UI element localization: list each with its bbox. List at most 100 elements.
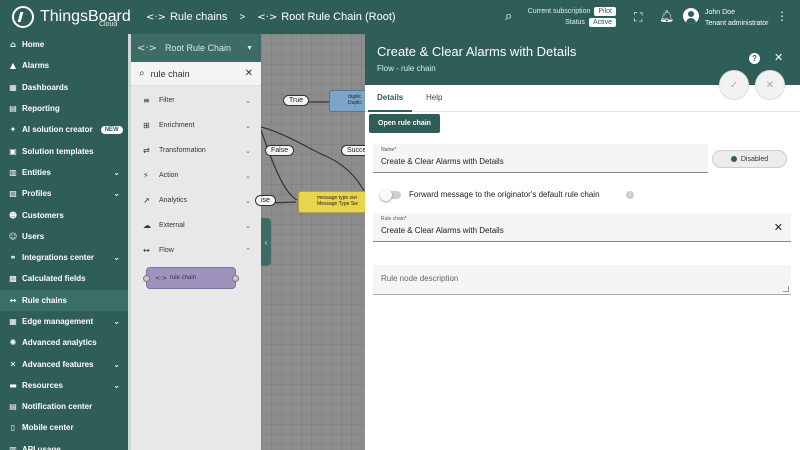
sidebar-item-rule-chains[interactable]: ↔ Rule chains <box>0 289 128 311</box>
palette-category-filter[interactable]: ≡ Filter ⌄ <box>131 88 261 113</box>
user-info[interactable]: John Doe Tenant administrator <box>705 7 768 29</box>
edge-label-false[interactable]: False <box>265 145 295 156</box>
sidebar-item-api-usage[interactable]: ▥ API usage <box>0 439 128 450</box>
rule-chain-input[interactable]: Create & Clear Alarms with Details <box>381 226 504 235</box>
palette-search[interactable]: ⌕ rule chain ✕ <box>131 62 261 86</box>
sidebar-item-resources[interactable]: ▬ Resources ⌄ <box>0 375 128 396</box>
node-palette: <·> Root Rule Chain ▼ ⌕ rule chain ✕ ≡ Fi… <box>131 34 261 450</box>
customers-icon: ☻ <box>8 210 18 220</box>
disabled-toggle-button[interactable]: Disabled <box>712 150 787 168</box>
description-placeholder: Rule node description <box>381 274 459 283</box>
rulechain-icon: <·> <box>155 274 167 282</box>
sidebar-item-dashboards[interactable]: ▦ Dashboards <box>0 77 128 98</box>
action-icon: ⚡ <box>143 171 149 180</box>
close-icon[interactable]: ✕ <box>774 51 783 64</box>
chevron-down-icon: ⌄ <box>113 189 120 199</box>
palette-category-label: Filter <box>159 97 175 104</box>
sidebar-item-label: Home <box>22 40 45 50</box>
sidebar-item-mobile-center[interactable]: ▯ Mobile center <box>0 417 128 438</box>
palette-category-flow[interactable]: ↔ Flow ⌃ <box>131 238 261 263</box>
fullscreen-icon[interactable]: ⛶ <box>634 10 642 25</box>
sidebar-item-label: API usage <box>22 444 61 450</box>
palette-category-transformation[interactable]: ⇄ Transformation ⌄ <box>131 138 261 163</box>
integrations-icon: ⚭ <box>9 253 17 263</box>
chevron-down-icon: ⌄ <box>245 171 251 180</box>
sidebar-item-calculated-fields[interactable]: ▩ Calculated fields <box>0 268 128 289</box>
node-input-port[interactable] <box>143 275 150 282</box>
edge-label-false-2[interactable]: ise <box>255 195 276 206</box>
palette-category-external[interactable]: ☁ External ⌄ <box>131 213 261 238</box>
user-role: Tenant administrator <box>705 20 769 27</box>
sidebar-item-label: Resources <box>22 380 63 390</box>
palette-category-label: Transformation <box>159 147 206 154</box>
sidebar-item-advanced-analytics[interactable]: ✺ Advanced analytics <box>0 332 128 353</box>
name-field[interactable]: Name* Create & Clear Alarms with Details <box>373 144 708 173</box>
sidebar-item-profiles[interactable]: ▧ Profiles ⌄ <box>0 183 128 204</box>
sidebar-item-reporting[interactable]: ▤ Reporting <box>0 98 128 119</box>
palette-category-enrichment[interactable]: ⊞ Enrichment ⌄ <box>131 113 261 138</box>
sidebar-item-edge-management[interactable]: ▦ Edge management ⌄ <box>0 311 128 332</box>
avatar[interactable] <box>683 8 699 24</box>
rule-chain-field[interactable]: Rule chain* Create & Clear Alarms with D… <box>373 213 791 242</box>
sidebar-item-label: Mobile center <box>22 423 74 433</box>
palette-search-input[interactable]: rule chain <box>151 69 190 79</box>
open-rule-chain-button[interactable]: Open rule chain <box>369 114 440 133</box>
panel-title: Create & Clear Alarms with Details <box>377 44 577 59</box>
sidebar-item-entities[interactable]: ▥ Entities ⌄ <box>0 162 128 183</box>
sidebar-item-notification-center[interactable]: ▤ Notification center <box>0 396 128 417</box>
sidebar-item-customers[interactable]: ☻ Customers <box>0 204 128 225</box>
chevron-down-icon: ⌄ <box>113 380 120 390</box>
rule-chain-canvas[interactable]: True False Succes ise duplic Duplic mess… <box>255 34 379 450</box>
active-tab-indicator <box>368 110 412 112</box>
sidebar-item-label: Notification center <box>22 402 93 412</box>
more-vert-icon[interactable]: ⋮ <box>776 9 788 23</box>
node-output-port[interactable] <box>232 275 239 282</box>
sidebar: ⌂ Home ▲ Alarms ▦ Dashboards ▤ Reporting ✦ AI sol… <box>0 34 128 450</box>
name-input[interactable]: Create & Clear Alarms with Details <box>381 157 504 166</box>
flow-node-label: rule chain <box>169 275 196 281</box>
info-icon[interactable]: i <box>626 191 634 199</box>
rule-node-description-field[interactable]: Rule node description <box>373 265 791 295</box>
help-icon[interactable]: ? <box>749 53 760 64</box>
clear-icon[interactable]: ✕ <box>774 221 783 234</box>
sidebar-item-ai-solution-creator[interactable]: ✦ AI solution creator NEW <box>0 119 128 140</box>
sidebar-item-solution-templates[interactable]: ▣ Solution templates <box>0 140 128 161</box>
alarm-icon: ▲ <box>9 61 17 71</box>
breadcrumb-rule-chains[interactable]: Rule chains <box>170 11 227 23</box>
rule-node-details-panel: Create & Clear Alarms with Details Flow … <box>365 34 800 450</box>
tab-details[interactable]: Details <box>377 93 403 102</box>
chevron-down-icon: ⌄ <box>113 167 120 177</box>
palette-collapse-toggle[interactable]: ‹ <box>261 218 271 266</box>
sidebar-item-label: Integrations center <box>22 253 95 263</box>
flow-node-rule-chain[interactable]: <·> rule chain <box>143 267 239 289</box>
sidebar-item-label: Advanced features <box>22 359 94 369</box>
new-badge: NEW <box>100 125 123 134</box>
forward-message-label: Forward message to the originator's defa… <box>409 190 600 199</box>
sidebar-item-label: Solution templates <box>22 146 94 156</box>
sidebar-item-users[interactable]: ☺ Users <box>0 226 128 247</box>
sidebar-item-label: Advanced analytics <box>22 338 97 348</box>
tab-help[interactable]: Help <box>426 93 442 102</box>
sidebar-item-label: Entities <box>22 167 51 177</box>
sidebar-item-alarms[interactable]: ▲ Alarms <box>0 55 128 76</box>
notifications-bell-icon[interactable]: 🔔︎ <box>659 9 674 23</box>
palette-category-action[interactable]: ⚡ Action ⌄ <box>131 163 261 188</box>
status-label: Status <box>565 19 585 26</box>
sidebar-item-label: AI solution creator <box>22 125 93 135</box>
palette-category-analytics[interactable]: ↗ Analytics ⌄ <box>131 188 261 213</box>
clear-icon[interactable]: ✕ <box>245 68 253 79</box>
resize-handle-icon[interactable] <box>783 286 789 292</box>
palette-header[interactable]: <·> Root Rule Chain ▼ <box>131 34 261 62</box>
disabled-label: Disabled <box>740 155 769 163</box>
search-icon[interactable]: ⌕ <box>505 9 512 24</box>
sidebar-item-advanced-features[interactable]: ✕ Advanced features ⌄ <box>0 353 128 374</box>
sidebar-item-integrations-center[interactable]: ⚭ Integrations center ⌄ <box>0 247 128 268</box>
sidebar-item-label: Rule chains <box>22 295 67 305</box>
chevron-down-icon: ⌄ <box>113 359 120 369</box>
subscription-badge: Pilot <box>594 7 616 16</box>
edge-label-true[interactable]: True <box>283 95 310 106</box>
forward-message-toggle[interactable] <box>380 189 401 201</box>
sidebar-item-label: Profiles <box>22 189 52 199</box>
sidebar-item-home[interactable]: ⌂ Home <box>0 34 128 55</box>
logo-subtitle: Cloud <box>99 21 118 28</box>
